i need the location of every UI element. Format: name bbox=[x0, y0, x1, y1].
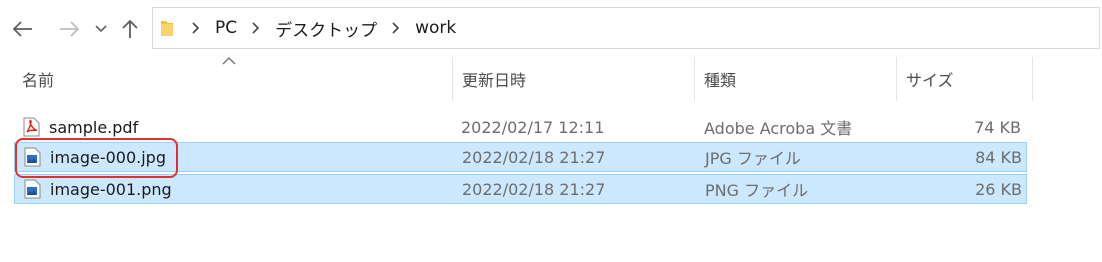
file-name[interactable]: image-000.jpg bbox=[50, 143, 166, 171]
back-arrow-icon bbox=[13, 21, 32, 37]
image-file-icon bbox=[24, 179, 41, 199]
breadcrumb-pc[interactable]: PC bbox=[215, 18, 237, 38]
back-button[interactable] bbox=[8, 14, 38, 44]
chevron-down-icon bbox=[95, 25, 107, 33]
column-divider[interactable] bbox=[1032, 57, 1033, 101]
column-header-type[interactable]: 種類 bbox=[694, 57, 896, 101]
breadcrumb-desktop[interactable]: デスクトップ bbox=[275, 16, 377, 41]
navigation-toolbar: PC デスクトップ work bbox=[0, 0, 1102, 56]
file-type: PNG ファイル bbox=[705, 181, 809, 200]
breadcrumb-separator-icon[interactable] bbox=[185, 18, 207, 38]
file-row[interactable]: sample.pdf 2022/02/17 12:11 Adobe Acroba… bbox=[14, 112, 1027, 142]
file-size: 84 KB bbox=[975, 147, 1022, 167]
image-file-icon bbox=[24, 147, 41, 167]
breadcrumb-work[interactable]: work bbox=[415, 18, 456, 38]
pdf-file-icon bbox=[23, 117, 40, 137]
column-header-modified[interactable]: 更新日時 bbox=[452, 57, 694, 101]
file-modified: 2022/02/18 21:27 bbox=[462, 179, 606, 199]
file-row[interactable]: image-000.jpg 2022/02/18 21:27 JPG ファイル … bbox=[14, 142, 1027, 172]
file-size: 74 KB bbox=[974, 117, 1021, 137]
file-type: Adobe Acroba 文書 bbox=[704, 119, 853, 138]
file-type: JPG ファイル bbox=[705, 149, 801, 168]
file-name[interactable]: sample.pdf bbox=[49, 112, 138, 142]
file-row[interactable]: image-001.png 2022/02/18 21:27 PNG ファイル … bbox=[14, 174, 1027, 204]
file-name[interactable]: image-001.png bbox=[50, 175, 172, 203]
breadcrumb-separator-icon[interactable] bbox=[385, 18, 407, 38]
up-arrow-icon bbox=[122, 19, 138, 38]
column-header-name[interactable]: 名前 bbox=[12, 57, 452, 101]
column-header-size[interactable]: サイズ bbox=[896, 57, 1032, 101]
column-header-row: 名前 更新日時 種類 サイズ bbox=[0, 57, 1102, 101]
folder-icon bbox=[161, 21, 173, 36]
file-modified: 2022/02/17 12:11 bbox=[461, 117, 605, 137]
forward-arrow-icon bbox=[60, 21, 79, 37]
file-modified: 2022/02/18 21:27 bbox=[462, 147, 606, 167]
up-button[interactable] bbox=[118, 14, 142, 44]
recent-locations-button[interactable] bbox=[92, 14, 110, 44]
file-size: 26 KB bbox=[975, 179, 1022, 199]
forward-button[interactable] bbox=[54, 14, 84, 44]
address-bar[interactable]: PC デスクトップ work bbox=[152, 7, 1100, 49]
breadcrumb-separator-icon[interactable] bbox=[245, 18, 267, 38]
